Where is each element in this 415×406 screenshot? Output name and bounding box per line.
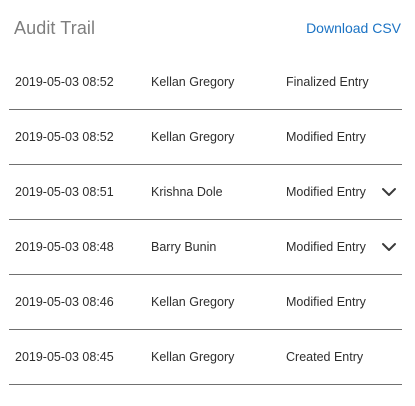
entry-action: Finalized Entry bbox=[286, 75, 369, 89]
audit-row[interactable]: 2019-05-03 08:48 Barry Bunin Modified En… bbox=[9, 220, 402, 275]
audit-row: 2019-05-03 08:52 Kellan Gregory Finalize… bbox=[9, 55, 402, 110]
entry-user: Kellan Gregory bbox=[151, 75, 235, 89]
entry-user: Barry Bunin bbox=[151, 240, 217, 254]
entry-action: Modified Entry bbox=[286, 130, 366, 144]
entry-timestamp: 2019-05-03 08:48 bbox=[15, 240, 114, 254]
audit-row[interactable]: 2019-05-03 08:51 Krishna Dole Modified E… bbox=[9, 165, 402, 220]
audit-row: 2019-05-03 08:52 Kellan Gregory Modified… bbox=[9, 110, 402, 165]
audit-trail-panel: Audit Trail Download CSV 2019-05-03 08:5… bbox=[0, 0, 415, 406]
entry-timestamp: 2019-05-03 08:46 bbox=[15, 295, 114, 309]
entry-action: Modified Entry bbox=[286, 295, 366, 309]
entry-timestamp: 2019-05-03 08:52 bbox=[15, 75, 114, 89]
panel-header: Audit Trail Download CSV bbox=[14, 14, 401, 42]
audit-row: 2019-05-03 08:46 Kellan Gregory Modified… bbox=[9, 275, 402, 330]
page-title: Audit Trail bbox=[14, 17, 96, 38]
entry-timestamp: 2019-05-03 08:52 bbox=[15, 130, 114, 144]
entry-user: Krishna Dole bbox=[151, 185, 223, 199]
audit-list: 2019-05-03 08:52 Kellan Gregory Finalize… bbox=[9, 55, 402, 385]
chevron-down-icon[interactable] bbox=[380, 183, 398, 201]
download-csv-link[interactable]: Download CSV bbox=[306, 20, 401, 36]
entry-user: Kellan Gregory bbox=[151, 350, 235, 364]
entry-action: Created Entry bbox=[286, 350, 364, 364]
entry-timestamp: 2019-05-03 08:45 bbox=[15, 350, 114, 364]
entry-user: Kellan Gregory bbox=[151, 130, 235, 144]
chevron-down-icon[interactable] bbox=[380, 238, 398, 256]
entry-action: Modified Entry bbox=[286, 240, 366, 254]
entry-user: Kellan Gregory bbox=[151, 295, 235, 309]
audit-row: 2019-05-03 08:45 Kellan Gregory Created … bbox=[9, 330, 402, 385]
entry-timestamp: 2019-05-03 08:51 bbox=[15, 185, 114, 199]
entry-action: Modified Entry bbox=[286, 185, 366, 199]
